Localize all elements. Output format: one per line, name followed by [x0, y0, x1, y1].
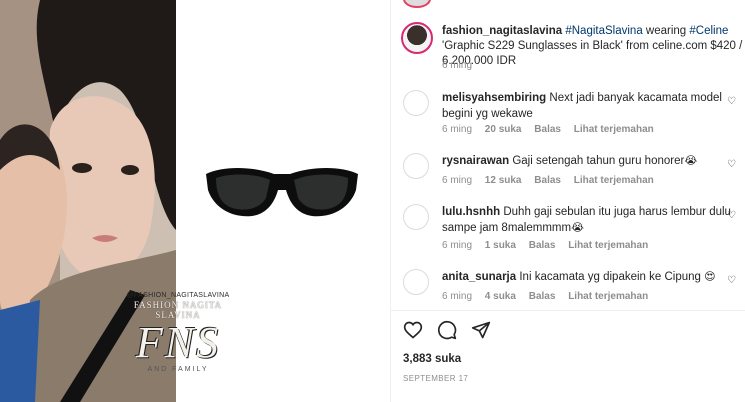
- comment: lulu.hsnhh Duhh gaji sebulan itu juga ha…: [401, 204, 745, 252]
- post-media[interactable]: @FASHION_NAGITASLAVINA FASHION NAGITA SL…: [0, 0, 388, 402]
- caption-body: wearing: [642, 25, 690, 37]
- action-bar: [403, 320, 491, 342]
- comment-meta: 6 ming 4 suka Balas Lihat terjemahan: [442, 291, 658, 302]
- avatar[interactable]: [403, 204, 429, 230]
- reply-button[interactable]: Balas: [529, 240, 556, 251]
- watermark-handle: @FASHION_NAGITASLAVINA: [126, 292, 230, 299]
- comment-emoji: 😍: [704, 270, 716, 283]
- comment-likes[interactable]: 20 suka: [485, 124, 522, 135]
- comment-icon[interactable]: [437, 320, 457, 340]
- comment-meta: 6 ming 1 suka Balas Lihat terjemahan: [442, 240, 658, 251]
- sunglasses-image: [206, 168, 358, 217]
- avatar[interactable]: [403, 269, 429, 295]
- comment-username[interactable]: rysnairawan: [442, 155, 509, 167]
- divider: [391, 310, 745, 311]
- translate-button[interactable]: Lihat terjemahan: [568, 240, 648, 251]
- hashtag-link[interactable]: #NagitaSlavina: [565, 25, 642, 37]
- avatar[interactable]: [403, 153, 429, 179]
- caption-text: fashion_nagitaslavina #NagitaSlavina wea…: [442, 24, 745, 69]
- comment-emoji: 😭: [571, 221, 584, 234]
- comment-likes[interactable]: 12 suka: [485, 175, 522, 186]
- watermark: @FASHION_NAGITASLAVINA FASHION NAGITA SL…: [118, 292, 238, 373]
- comment-meta: 6 ming 12 suka Balas Lihat terjemahan: [442, 175, 664, 186]
- reply-button[interactable]: Balas: [534, 175, 561, 186]
- header-avatar[interactable]: [403, 0, 431, 8]
- comment: melisyahsembiring Next jadi banyak kacam…: [401, 90, 745, 138]
- comment-body: Ini kacamata yg dipakein ke Cipung: [519, 271, 701, 283]
- heart-icon[interactable]: [403, 320, 423, 340]
- hashtag-link[interactable]: #Celine: [689, 25, 728, 37]
- like-comment-icon[interactable]: ♡: [727, 275, 736, 286]
- like-comment-icon[interactable]: ♡: [727, 159, 736, 170]
- watermark-footer: AND FAMILY: [147, 366, 209, 373]
- comment-likes[interactable]: 1 suka: [485, 240, 516, 251]
- comment-text: lulu.hsnhh Duhh gaji sebulan itu juga ha…: [442, 204, 745, 236]
- comment-username[interactable]: anita_sunarja: [442, 271, 516, 283]
- caption-body: 'Graphic S229 Sunglasses in Black' from …: [442, 40, 743, 67]
- comment-text: rysnairawan Gaji setengah tahun guru hon…: [442, 153, 745, 169]
- reply-button[interactable]: Balas: [534, 124, 561, 135]
- comment-text: melisyahsembiring Next jadi banyak kacam…: [442, 90, 745, 122]
- like-comment-icon[interactable]: ♡: [727, 210, 736, 221]
- like-comment-icon[interactable]: ♡: [727, 96, 736, 107]
- translate-button[interactable]: Lihat terjemahan: [574, 124, 654, 135]
- comment-body: Gaji setengah tahun guru honorer: [512, 155, 685, 167]
- watermark-logo: FNS: [135, 318, 221, 367]
- share-icon[interactable]: [471, 320, 491, 340]
- caption-time[interactable]: 6 ming: [442, 60, 472, 71]
- comment-time[interactable]: 6 ming: [442, 175, 472, 186]
- avatar[interactable]: [401, 22, 433, 54]
- reply-button[interactable]: Balas: [529, 291, 556, 302]
- comment: rysnairawan Gaji setengah tahun guru hon…: [401, 153, 745, 201]
- post-panel: fashion_nagitaslavina #NagitaSlavina wea…: [390, 0, 745, 402]
- watermark-title: FASHION NAGITA SLAVINA: [133, 300, 223, 320]
- comment-time[interactable]: 6 ming: [442, 124, 472, 135]
- comment-username[interactable]: melisyahsembiring: [442, 92, 546, 104]
- comment-likes[interactable]: 4 suka: [485, 291, 516, 302]
- comment-emoji: 😭: [684, 154, 698, 167]
- translate-button[interactable]: Lihat terjemahan: [568, 291, 648, 302]
- translate-button[interactable]: Lihat terjemahan: [574, 175, 654, 186]
- comment-text: anita_sunarja Ini kacamata yg dipakein k…: [442, 269, 745, 285]
- comment-username[interactable]: lulu.hsnhh: [442, 206, 500, 218]
- post-date[interactable]: SEPTEMBER 17: [403, 374, 468, 383]
- comment-time[interactable]: 6 ming: [442, 291, 472, 302]
- comment-meta: 6 ming 20 suka Balas Lihat terjemahan: [442, 124, 664, 135]
- likes-count[interactable]: 3,883 suka: [403, 353, 461, 365]
- caption-username[interactable]: fashion_nagitaslavina: [442, 25, 562, 37]
- comment-time[interactable]: 6 ming: [442, 240, 472, 251]
- avatar[interactable]: [403, 90, 429, 116]
